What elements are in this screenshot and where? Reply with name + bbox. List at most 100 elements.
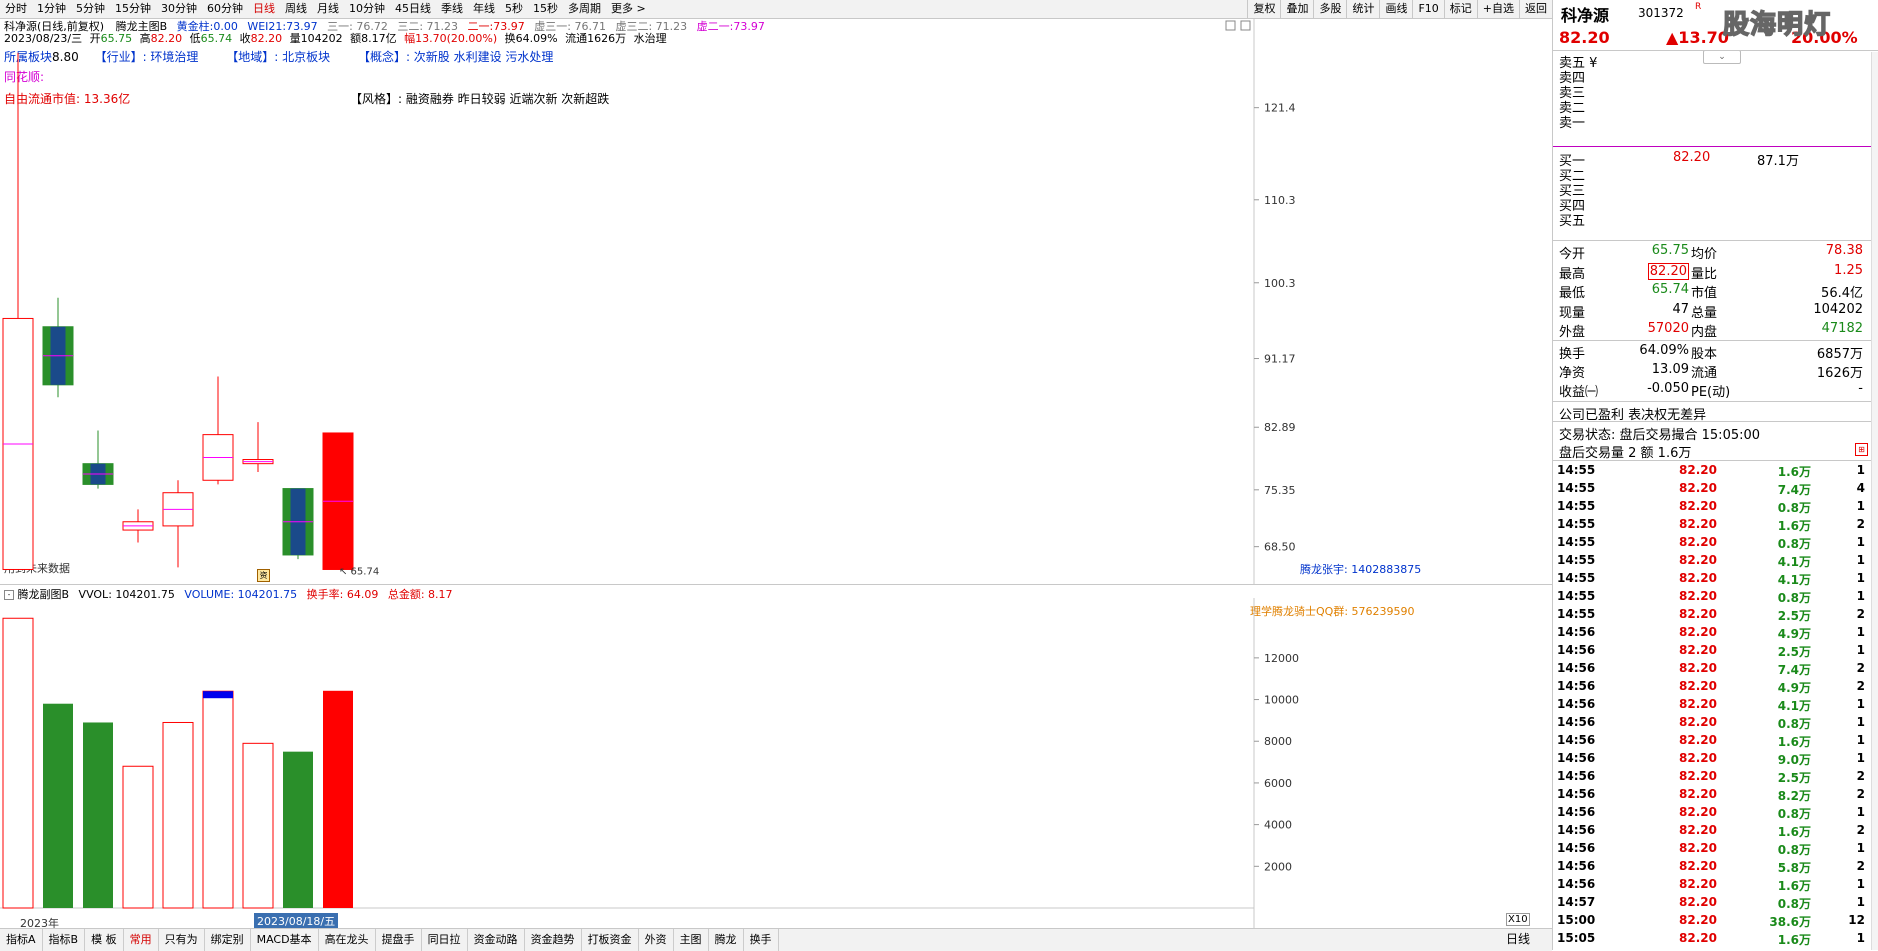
- candle[interactable]: [42, 297, 74, 398]
- period-tab[interactable]: 45日线: [390, 0, 436, 18]
- chart-area[interactable]: 科净源(日线,前复权) 腾龙主图B 黄金柱:0.00 WEI21:73.97 三…: [0, 18, 1552, 930]
- volume-bar[interactable]: [162, 721, 194, 909]
- toolbar-button[interactable]: 复权: [1247, 0, 1280, 18]
- indicator-tab[interactable]: 打板资金: [582, 929, 639, 951]
- period-tab[interactable]: 5分钟: [71, 0, 110, 18]
- tick-price: 82.20: [1679, 877, 1717, 891]
- tick-volume: 4.9万: [1777, 627, 1811, 641]
- tick-row: 14:56 82.20 4.9万 1: [1553, 625, 1871, 641]
- period-tab[interactable]: 1分钟: [32, 0, 71, 18]
- period-tab[interactable]: 30分钟: [156, 0, 202, 18]
- indicator-tab[interactable]: 高在龙头: [319, 929, 376, 951]
- indicator-tab[interactable]: 绑定别: [205, 929, 251, 951]
- ask-row[interactable]: 卖五 ¥: [1553, 52, 1863, 71]
- indicator-tab[interactable]: 资金趋势: [525, 929, 582, 951]
- period-tab[interactable]: 更多 >: [606, 0, 651, 18]
- stat-label: 股本: [1691, 347, 1718, 362]
- ask-row[interactable]: 卖二: [1553, 97, 1863, 116]
- indicator-tab[interactable]: 腾龙: [709, 929, 744, 951]
- tick-row: 14:56 82.20 1.6万 1: [1553, 877, 1871, 893]
- candle[interactable]: [282, 488, 314, 560]
- toolbar-button[interactable]: +自选: [1476, 0, 1519, 18]
- toolbar-button[interactable]: 叠加: [1280, 0, 1313, 18]
- period-tab[interactable]: 年线: [468, 0, 500, 18]
- toolbar-button[interactable]: 画线: [1379, 0, 1412, 18]
- indicator-tab[interactable]: MACD基本: [251, 929, 319, 951]
- candle[interactable]: [322, 432, 354, 570]
- volume-bar[interactable]: [122, 765, 154, 909]
- toolbar-button[interactable]: 统计: [1346, 0, 1379, 18]
- tick-price: 82.20: [1679, 805, 1717, 819]
- tick-volume: 7.4万: [1777, 483, 1811, 497]
- period-tab[interactable]: 分时: [0, 0, 32, 18]
- bid-row[interactable]: 买四: [1553, 195, 1863, 214]
- tick-price: 82.20: [1679, 643, 1717, 657]
- chart-tools: 复权 叠加 多股 统计 画线 F10 标记 +自选 返回: [1247, 0, 1552, 18]
- indicator-tab[interactable]: 外资: [639, 929, 674, 951]
- toolbar-button[interactable]: 多股: [1313, 0, 1346, 18]
- bid-row[interactable]: 买二: [1553, 165, 1863, 184]
- indicator-tab[interactable]: 提盘手: [376, 929, 422, 951]
- tick-time: 14:56: [1557, 715, 1596, 729]
- toolbar-button[interactable]: F10: [1412, 0, 1443, 18]
- window-icon[interactable]: [1240, 20, 1251, 31]
- vol-tick-label: 12000: [1264, 652, 1299, 665]
- x10-button[interactable]: X10: [1506, 913, 1530, 926]
- period-tab[interactable]: 15秒: [528, 0, 563, 18]
- diamond-icon[interactable]: [1225, 20, 1236, 31]
- bid-row[interactable]: 买一 82.20 87.1万: [1553, 150, 1863, 169]
- candle[interactable]: [82, 430, 114, 489]
- volume-bar[interactable]: [2, 617, 34, 909]
- period-tab[interactable]: 季线: [436, 0, 468, 18]
- candle[interactable]: [122, 509, 154, 543]
- indicator-tab[interactable]: 常用: [124, 929, 159, 951]
- detail-icon[interactable]: ⊞: [1855, 443, 1868, 456]
- volume-bar[interactable]: [323, 690, 353, 908]
- period-tab[interactable]: 多周期: [563, 0, 606, 18]
- indicator-tab[interactable]: 指标A: [0, 929, 43, 951]
- period-tab[interactable]: 60分钟: [202, 0, 248, 18]
- volume-bar[interactable]: [283, 751, 313, 908]
- side-scrollbar[interactable]: [1871, 52, 1878, 950]
- ask-row[interactable]: 卖三: [1553, 82, 1863, 101]
- period-button[interactable]: 日线: [1506, 930, 1530, 947]
- indicator-tab[interactable]: 只有为: [159, 929, 205, 951]
- candle[interactable]: [242, 422, 274, 472]
- candle[interactable]: [162, 480, 194, 568]
- toolbar-button[interactable]: 返回: [1519, 0, 1552, 18]
- toolbar-button[interactable]: 标记: [1443, 0, 1477, 18]
- tick-row: 14:56 82.20 9.0万 1: [1553, 751, 1871, 767]
- period-tab[interactable]: 10分钟: [344, 0, 390, 18]
- period-tab[interactable]: 日线: [248, 0, 280, 18]
- bid-row[interactable]: 买五: [1553, 210, 1863, 229]
- period-tab[interactable]: 5秒: [500, 0, 528, 18]
- ask-row[interactable]: 卖四: [1553, 67, 1863, 86]
- candlestick-chart[interactable]: 121.4 110.3 100.3 91.17 82.89 75.35 68.50 ↖ 65.…: [0, 18, 1552, 584]
- bid-row[interactable]: 买三: [1553, 180, 1863, 199]
- volume-bar[interactable]: [202, 690, 234, 909]
- period-tab[interactable]: 15分钟: [110, 0, 156, 18]
- period-tab[interactable]: 月线: [312, 0, 344, 18]
- period-tab[interactable]: 周线: [280, 0, 312, 18]
- indicator-tab[interactable]: 指标B: [43, 929, 86, 951]
- indicator-tab[interactable]: 同日拉: [422, 929, 468, 951]
- stat-label: 外盘: [1559, 325, 1586, 340]
- indicator-tab[interactable]: 资金动路: [468, 929, 525, 951]
- stat-row: 今开 65.75 均价 78.38: [1553, 243, 1863, 262]
- indicator-tab[interactable]: 换手: [744, 929, 779, 951]
- tick-time: 14:55: [1557, 481, 1596, 495]
- stat-label: 流通: [1691, 366, 1718, 381]
- volume-bar[interactable]: [242, 742, 274, 909]
- candle[interactable]: [202, 376, 234, 485]
- candle[interactable]: [2, 52, 34, 570]
- volume-bar[interactable]: [43, 703, 73, 908]
- quote-panel: 科净源 301372 R 82.20 ▲13.70 20.00% 股海明灯 ⌄ …: [1552, 0, 1878, 950]
- volume-bar[interactable]: [83, 722, 113, 908]
- stat-label: 换手: [1559, 347, 1586, 362]
- indicator-tab[interactable]: 模 板: [85, 929, 124, 951]
- volume-chart[interactable]: 12000 10000 8000 6000 4000 2000: [0, 598, 1552, 928]
- ask-row[interactable]: 卖一: [1553, 112, 1863, 131]
- tick-time: 14:56: [1557, 697, 1596, 711]
- indicator-tab[interactable]: 主图: [674, 929, 709, 951]
- tick-count: 12: [1848, 913, 1865, 927]
